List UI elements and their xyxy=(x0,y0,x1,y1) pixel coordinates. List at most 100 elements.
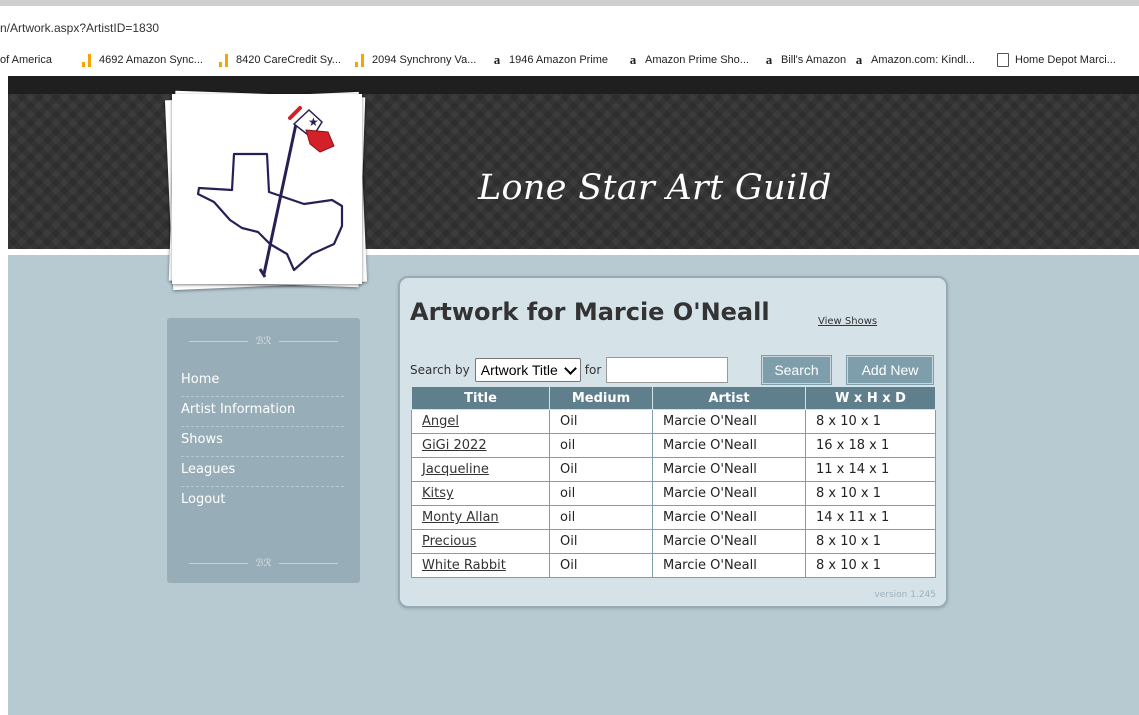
title-cell: Kitsy xyxy=(411,481,550,506)
bookmark-item[interactable]: 2094 Synchrony Va... xyxy=(353,44,476,76)
bookmark-item[interactable]: a Bill's Amazon xyxy=(762,44,846,76)
artwork-title-link[interactable]: White Rabbit xyxy=(422,558,506,573)
artwork-panel: Artwork for Marcie O'Neall View Shows Se… xyxy=(398,276,948,608)
sidebar-item-logout[interactable]: Logout xyxy=(181,487,344,517)
medium-cell: Oil xyxy=(549,409,653,434)
title-cell: White Rabbit xyxy=(411,553,550,578)
url-text[interactable]: n/Artwork.aspx?ArtistID=1830 xyxy=(0,21,159,35)
bookmark-label: Bill's Amazon xyxy=(781,54,847,66)
page-title: Artwork for Marcie O'Neall xyxy=(410,298,770,326)
column-header-dimensions[interactable]: W x H x D xyxy=(805,386,936,410)
artist-cell: Marcie O'Neall xyxy=(652,457,806,482)
bookmark-label: 8420 CareCredit Sy... xyxy=(236,54,341,66)
sidebar-ornament-bottom: ℬℛ xyxy=(181,556,346,570)
sidebar-item-artist-information[interactable]: Artist Information xyxy=(181,397,344,427)
bookmark-label: 1946 Amazon Prime xyxy=(509,54,609,66)
texas-palette-icon: ★ xyxy=(196,106,344,278)
artist-cell: Marcie O'Neall xyxy=(652,529,806,554)
artist-cell: Marcie O'Neall xyxy=(652,505,806,530)
bookmark-item[interactable]: 8420 CareCredit Sy... xyxy=(217,44,341,76)
bookmark-label: 2094 Synchrony Va... xyxy=(372,54,477,66)
sidebar-item-home[interactable]: Home xyxy=(181,367,344,397)
table-row: Precious Oil Marcie O'Neall 8 x 10 x 1 xyxy=(411,529,936,554)
window-left-border xyxy=(0,76,8,715)
table-row: Angel Oil Marcie O'Neall 8 x 10 x 1 xyxy=(411,409,936,434)
svg-text:★: ★ xyxy=(308,115,319,129)
artist-cell: Marcie O'Neall xyxy=(652,409,806,434)
dimensions-cell: 8 x 10 x 1 xyxy=(805,553,936,578)
amazon-icon: a xyxy=(765,52,773,67)
bookmark-label: 4692 Amazon Sync... xyxy=(99,54,203,66)
bar-chart-icon xyxy=(353,53,367,67)
bar-chart-icon xyxy=(217,53,231,67)
table-row: GiGi 2022 oil Marcie O'Neall 16 x 18 x 1 xyxy=(411,433,936,458)
search-row: Search by Artwork Title for xyxy=(410,356,729,384)
column-header-title[interactable]: Title xyxy=(411,386,550,410)
artwork-title-link[interactable]: Precious xyxy=(422,534,476,549)
sidebar-ornament-top: ℬℛ xyxy=(181,334,346,348)
sidebar-item-leagues[interactable]: Leagues xyxy=(181,457,344,487)
dimensions-cell: 8 x 10 x 1 xyxy=(805,481,936,506)
title-cell: Monty Allan xyxy=(411,505,550,530)
artwork-title-link[interactable]: Monty Allan xyxy=(422,510,499,525)
bar-chart-icon xyxy=(80,53,94,67)
table-row: Kitsy oil Marcie O'Neall 8 x 10 x 1 xyxy=(411,481,936,506)
document-icon xyxy=(996,53,1010,67)
artwork-title-link[interactable]: Kitsy xyxy=(422,486,454,501)
artwork-table: Title Medium Artist W x H x D Angel Oil … xyxy=(411,386,936,578)
sidebar: ℬℛ Home Artist Information Shows Leagues… xyxy=(167,318,360,583)
bookmark-item[interactable]: a Amazon Prime Sho... xyxy=(626,44,749,76)
view-shows-link[interactable]: View Shows xyxy=(818,316,877,327)
address-bar[interactable]: n/Artwork.aspx?ArtistID=1830 xyxy=(0,6,1139,44)
add-new-button[interactable]: Add New xyxy=(847,356,933,384)
bookmark-item[interactable]: Home Depot Marci... xyxy=(996,44,1116,76)
chevron-down-icon xyxy=(563,361,577,375)
table-row: Monty Allan oil Marcie O'Neall 14 x 11 x… xyxy=(411,505,936,530)
search-by-label: Search by xyxy=(410,363,470,377)
medium-cell: Oil xyxy=(549,529,653,554)
artwork-title-link[interactable]: Angel xyxy=(422,414,459,429)
column-header-medium[interactable]: Medium xyxy=(549,386,653,410)
search-field-select[interactable]: Artwork Title xyxy=(474,358,581,382)
dimensions-cell: 14 x 11 x 1 xyxy=(805,505,936,530)
column-header-artist[interactable]: Artist xyxy=(652,386,806,410)
title-cell: Angel xyxy=(411,409,550,434)
table-header-row: Title Medium Artist W x H x D xyxy=(411,386,936,410)
page-body: Lone Star Art Guild ★ ℬℛ Home Artist Inf… xyxy=(8,76,1139,715)
amazon-icon: a xyxy=(493,52,501,67)
title-cell: Precious xyxy=(411,529,550,554)
amazon-icon: a xyxy=(855,52,863,67)
medium-cell: oil xyxy=(549,433,653,458)
title-cell: Jacqueline xyxy=(411,457,550,482)
bookmark-label: Amazon Prime Sho... xyxy=(645,54,749,66)
artist-cell: Marcie O'Neall xyxy=(652,433,806,458)
artwork-title-link[interactable]: GiGi 2022 xyxy=(422,438,487,453)
bookmark-item[interactable]: of America xyxy=(0,44,52,76)
bookmark-item[interactable]: a Amazon.com: Kindl... xyxy=(852,44,975,76)
bookmark-item[interactable]: a 1946 Amazon Prime xyxy=(490,44,608,76)
bookmarks-bar: of America 4692 Amazon Sync... 8420 Care… xyxy=(0,44,1139,76)
site-title: Lone Star Art Guild xyxy=(478,168,832,208)
medium-cell: oil xyxy=(549,481,653,506)
bookmark-label: Home Depot Marci... xyxy=(1015,54,1116,66)
dimensions-cell: 11 x 14 x 1 xyxy=(805,457,936,482)
amazon-icon: a xyxy=(629,52,637,67)
sidebar-item-shows[interactable]: Shows xyxy=(181,427,344,457)
search-input[interactable] xyxy=(606,357,729,383)
ornament-glyph: ℬℛ xyxy=(255,557,272,569)
table-row: White Rabbit Oil Marcie O'Neall 8 x 10 x… xyxy=(411,553,936,578)
artwork-title-link[interactable]: Jacqueline xyxy=(422,462,489,477)
site-logo[interactable]: ★ xyxy=(164,90,368,291)
dimensions-cell: 8 x 10 x 1 xyxy=(805,409,936,434)
title-cell: GiGi 2022 xyxy=(411,433,550,458)
artist-cell: Marcie O'Neall xyxy=(652,553,806,578)
search-field-selected: Artwork Title xyxy=(480,362,558,378)
artist-cell: Marcie O'Neall xyxy=(652,481,806,506)
medium-cell: Oil xyxy=(549,553,653,578)
sidebar-nav: Home Artist Information Shows Leagues Lo… xyxy=(181,367,344,517)
medium-cell: Oil xyxy=(549,457,653,482)
search-button[interactable]: Search xyxy=(762,356,831,384)
version-label: version 1.245 xyxy=(874,590,936,600)
bookmark-item[interactable]: 4692 Amazon Sync... xyxy=(80,44,203,76)
dimensions-cell: 8 x 10 x 1 xyxy=(805,529,936,554)
